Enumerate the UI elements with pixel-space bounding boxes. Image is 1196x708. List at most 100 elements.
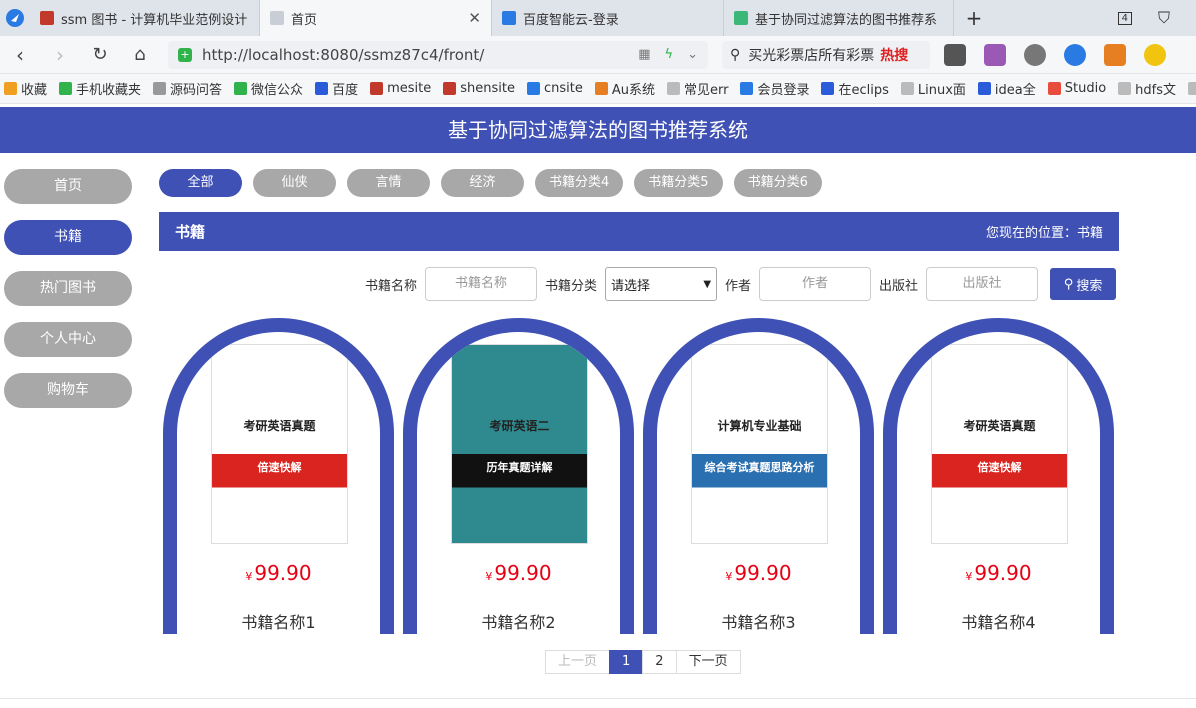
book-name-input[interactable]: 书籍名称 [425,267,538,301]
search-form: 书籍名称 书籍名称 书籍分类 请选择 ▼ 作者 作者 出版社 出版社 ⚲ 搜索 [365,267,1117,301]
address-toolbar: ‹ › ↻ ⌂ + http://localhost:8080/ssmz87c4… [0,36,1196,74]
bookmark-item[interactable]: 源码问答 [153,79,222,98]
reader-icon[interactable] [944,43,966,66]
author-input[interactable]: 作者 [759,267,872,301]
book-card[interactable]: 考研英语真题 倍速快解 ¥99.90 书籍名称1 [163,318,394,634]
book-name[interactable]: 书籍名称1 [177,609,380,633]
category-4[interactable]: 书籍分类4 [535,169,624,197]
bookmark-item[interactable]: hdfs文 [1118,79,1176,98]
search-button[interactable]: ⚲ 搜索 [1050,268,1117,300]
bookmark-item[interactable]: Au系统 [594,79,655,98]
reload-icon[interactable]: ↻ [80,44,120,65]
tab-favicon-icon [40,11,54,25]
bookmark-icon [900,82,914,95]
cover-title: 计算机专业基础 [717,419,802,433]
book-list: 考研英语真题 倍速快解 ¥99.90 书籍名称1 考研英语二 历年真题详解 ¥9… [163,318,1114,634]
book-cover-image[interactable]: 计算机专业基础 综合考试真题思路分析 [691,344,828,544]
category-select[interactable]: 请选择 ▼ [605,267,718,301]
tab-home[interactable]: 首页 ✕ [260,0,492,36]
currency-symbol: ¥ [965,570,973,583]
bookmark-item[interactable]: 百度 [315,79,358,98]
book-card[interactable]: 计算机专业基础 综合考试真题思路分析 ¥99.90 书籍名称3 [643,318,874,634]
price-value: 99.90 [734,561,792,585]
bookmark-item[interactable]: cnsite [526,81,583,96]
forward-icon[interactable]: › [40,43,80,67]
book-name[interactable]: 书籍名称4 [897,609,1100,633]
book-name[interactable]: 书籍名称3 [657,609,860,633]
prev-page-button[interactable]: 上一页 [545,650,611,674]
sidebar: 首页 书籍 热门图书 个人中心 购物车 [4,169,132,424]
bookmark-label: 百度 [332,83,359,98]
book-cover-image[interactable]: 考研英语真题 倍速快解 [931,344,1068,544]
shirt-icon[interactable]: ⛉ [1158,8,1170,28]
url-field[interactable]: + http://localhost:8080/ssmz87c4/front/ … [168,40,708,69]
search-text: 买光彩票店所有彩票 [748,47,875,64]
bookmark-label: shensite [460,81,515,96]
book-name[interactable]: 书籍名称2 [417,609,620,633]
bookmark-item[interactable]: mesite [370,81,431,96]
sidebar-item-cart[interactable]: 购物车 [4,373,132,408]
book-card-inner: 考研英语二 历年真题详解 ¥99.90 书籍名称2 [417,332,620,634]
sidebar-item-home[interactable]: 首页 [4,169,132,204]
bookmark-item[interactable]: 手机收藏夹 [59,79,141,98]
sidebar-item-personal-center[interactable]: 个人中心 [4,322,132,357]
tab-counter[interactable]: 4 [1117,11,1132,25]
security-shield-icon: + [178,47,192,62]
tab-book-recommend[interactable]: 基于协同过滤算法的图书推荐系 [724,0,954,36]
tab-ssm-book[interactable]: ssm 图书 - 计算机毕业范例设计 [30,0,260,36]
book-price: ¥99.90 [897,561,1100,585]
bookmark-icon [443,82,457,95]
close-icon[interactable]: ✕ [468,9,481,27]
book-card[interactable]: 考研英语真题 倍速快解 ¥99.90 书籍名称4 [883,318,1114,634]
bookmark-item[interactable]: shensite [443,81,515,96]
lightning-icon[interactable]: ϟ [665,47,674,62]
book-price: ¥99.90 [177,561,380,585]
qr-code-icon[interactable]: ▦ [638,47,650,62]
bookmark-item[interactable]: Linux面 [900,79,966,98]
book-cover-image[interactable]: 考研英语真题 倍速快解 [211,344,348,544]
category-6[interactable]: 书籍分类6 [733,169,822,197]
bookmark-item[interactable]: 会员登录 [740,79,809,98]
tab-label: ssm 图书 - 计算机毕业范例设计 [61,12,248,28]
back-icon[interactable]: ‹ [0,43,40,67]
page-1-button[interactable]: 1 [609,650,644,674]
translate-icon[interactable] [984,43,1006,66]
category-economy[interactable]: 经济 [441,169,524,197]
next-page-button[interactable]: 下一页 [675,650,741,674]
bookmark-item[interactable]: Studio [1047,81,1106,96]
chevron-down-icon[interactable]: ⌄ [687,47,698,62]
home-icon[interactable]: ⌂ [120,44,160,65]
coin-icon[interactable] [1144,43,1166,66]
breadcrumb: 您现在的位置：书籍 [985,226,1103,241]
bookmark-item[interactable]: idea全 [977,79,1036,98]
section-title: 书籍 [175,223,206,241]
bookmark-item[interactable]: F [1188,81,1196,96]
category-all[interactable]: 全部 [159,169,242,197]
category-xianxia[interactable]: 仙侠 [253,169,336,197]
scissors-icon[interactable] [1024,43,1046,66]
new-tab-icon[interactable]: + [954,0,994,36]
sidebar-item-hot-books[interactable]: 热门图书 [4,271,132,306]
hot-search-badge: 热搜 [880,47,909,64]
category-romance[interactable]: 言情 [347,169,430,197]
publisher-input[interactable]: 出版社 [926,267,1039,301]
bookmark-item[interactable]: 常见err [666,79,728,98]
gamepad-icon[interactable] [1104,43,1126,66]
magnifier-icon[interactable] [1064,43,1086,66]
book-price: ¥99.90 [417,561,620,585]
book-cover-image[interactable]: 考研英语二 历年真题详解 [451,344,588,544]
sidebar-item-books[interactable]: 书籍 [4,220,132,255]
tab-baidu-cloud[interactable]: 百度智能云-登录 [492,0,724,36]
bookmark-item[interactable]: 在eclips [821,79,889,98]
book-card-inner: 计算机专业基础 综合考试真题思路分析 ¥99.90 书籍名称3 [657,332,860,634]
bookmark-item[interactable]: 微信公众 [234,79,303,98]
bookmark-item[interactable]: 收藏 [4,79,47,98]
section-title-bar: 书籍 您现在的位置：书籍 [159,212,1119,251]
baidu-cloud-icon [502,11,516,25]
bookmark-label: mesite [387,81,432,96]
category-5[interactable]: 书籍分类5 [634,169,723,197]
browser-logo-icon [0,0,30,36]
book-card[interactable]: 考研英语二 历年真题详解 ¥99.90 书籍名称2 [403,318,634,634]
browser-search-input[interactable]: ⚲ 买光彩票店所有彩票 热搜 [722,40,930,69]
page-2-button[interactable]: 2 [642,650,677,674]
